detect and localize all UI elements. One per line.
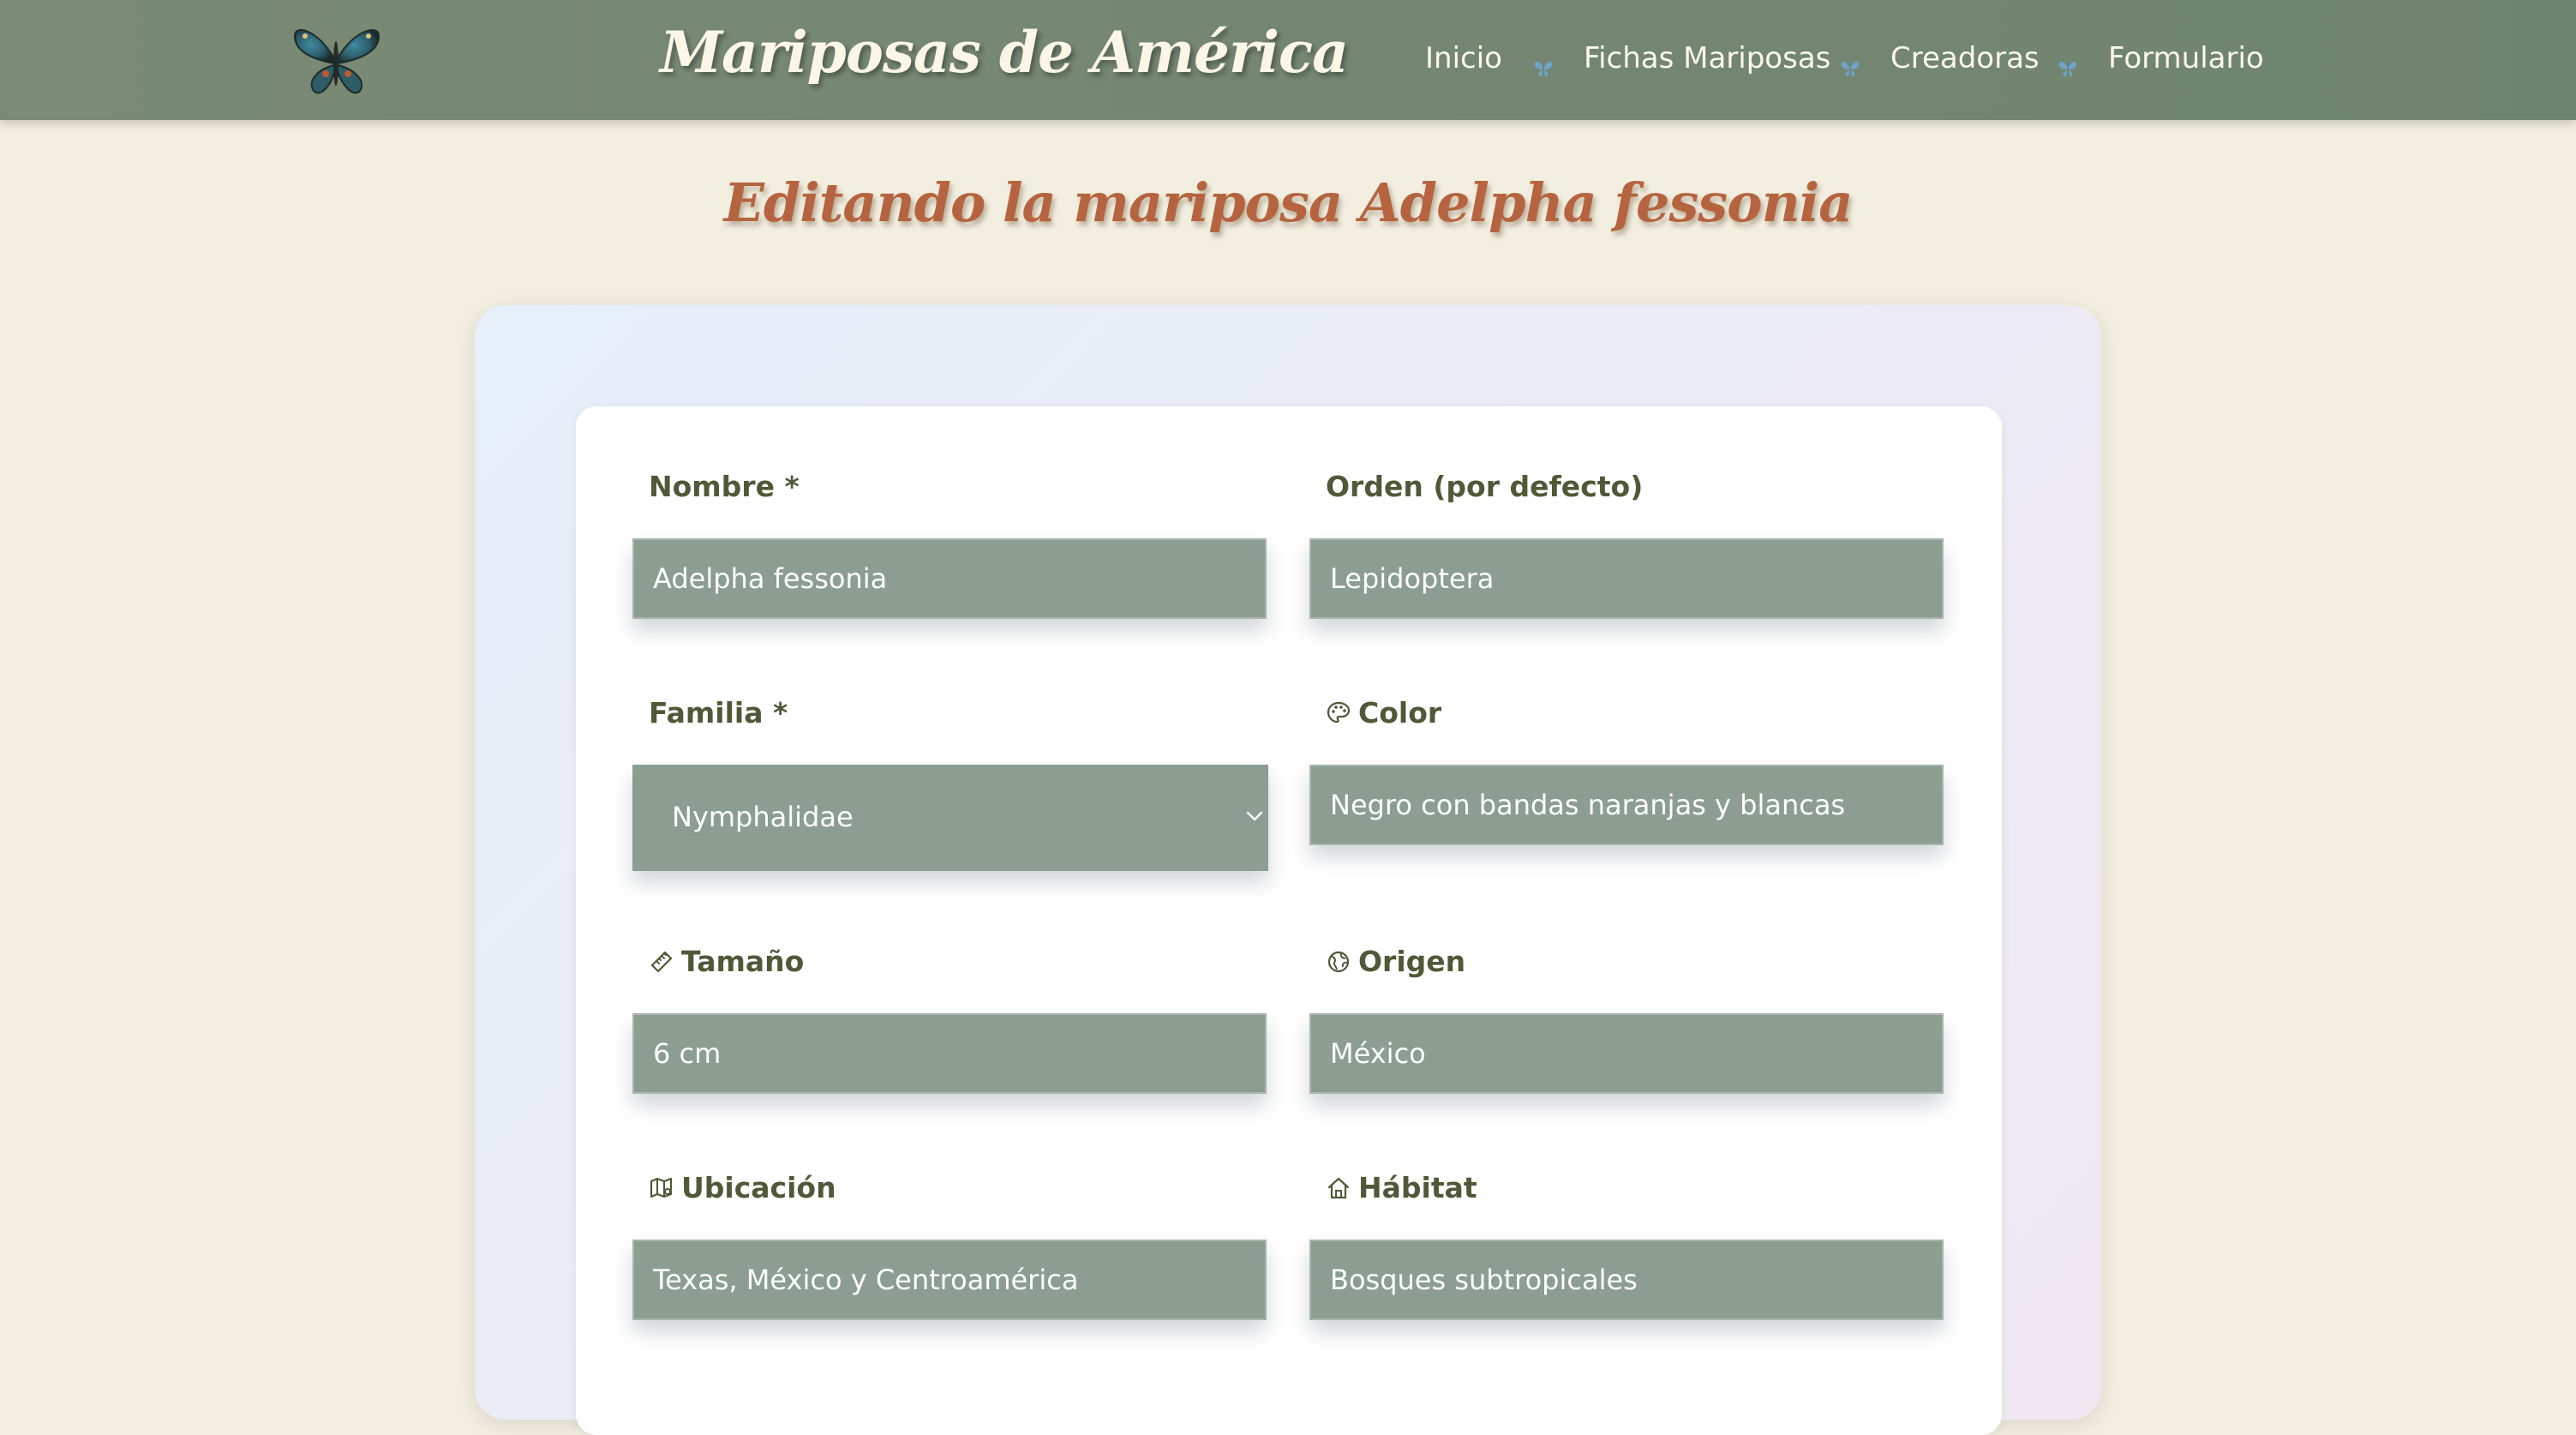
site-header: Mariposas de América Inicio Fichas Marip… bbox=[0, 0, 2576, 120]
familia-label: Familia * bbox=[649, 696, 788, 730]
habitat-input[interactable] bbox=[1309, 1240, 1944, 1320]
tamano-label: Tamaño bbox=[649, 945, 804, 978]
tamano-input[interactable] bbox=[632, 1013, 1267, 1094]
habitat-label: Hábitat bbox=[1326, 1171, 1477, 1204]
familia-selected-value: Nymphalidae bbox=[672, 801, 854, 833]
origen-input[interactable] bbox=[1309, 1013, 1944, 1094]
butterfly-separator-icon bbox=[1841, 61, 1860, 77]
nav-link-inicio[interactable]: Inicio bbox=[1425, 41, 1502, 75]
origen-label: Origen bbox=[1326, 945, 1465, 978]
nombre-input[interactable] bbox=[632, 538, 1267, 619]
familia-select[interactable]: Nymphalidae bbox=[632, 765, 1268, 871]
page-title-prefix: Editando la mariposa bbox=[723, 171, 1343, 234]
ubicacion-input[interactable] bbox=[632, 1240, 1267, 1320]
ruler-icon bbox=[650, 951, 673, 972]
ubicacion-label: Ubicación bbox=[649, 1171, 836, 1204]
color-label: Color bbox=[1326, 696, 1441, 730]
main-nav: Inicio Fichas Mariposas Creadoras Formul… bbox=[0, 0, 2576, 120]
globe-icon bbox=[1327, 951, 1350, 972]
page-title: Editando la mariposa Adelpha fessonia bbox=[0, 171, 2576, 234]
orden-input[interactable] bbox=[1309, 538, 1944, 619]
nav-link-creadoras[interactable]: Creadoras bbox=[1890, 41, 2040, 75]
chevron-down-icon bbox=[1246, 811, 1263, 821]
nombre-label: Nombre * bbox=[649, 470, 800, 503]
map-icon bbox=[650, 1177, 673, 1198]
home-icon bbox=[1327, 1177, 1350, 1198]
nav-link-fichas-mariposas[interactable]: Fichas Mariposas bbox=[1584, 41, 1830, 75]
butterfly-separator-icon bbox=[2058, 61, 2077, 77]
color-input[interactable] bbox=[1309, 765, 1944, 845]
orden-label: Orden (por defecto) bbox=[1326, 470, 1644, 503]
palette-icon bbox=[1327, 701, 1351, 723]
nav-link-formulario[interactable]: Formulario bbox=[2108, 41, 2264, 75]
page-title-species: Adelpha fessonia bbox=[1359, 171, 1854, 234]
butterfly-separator-icon bbox=[1534, 61, 1553, 77]
